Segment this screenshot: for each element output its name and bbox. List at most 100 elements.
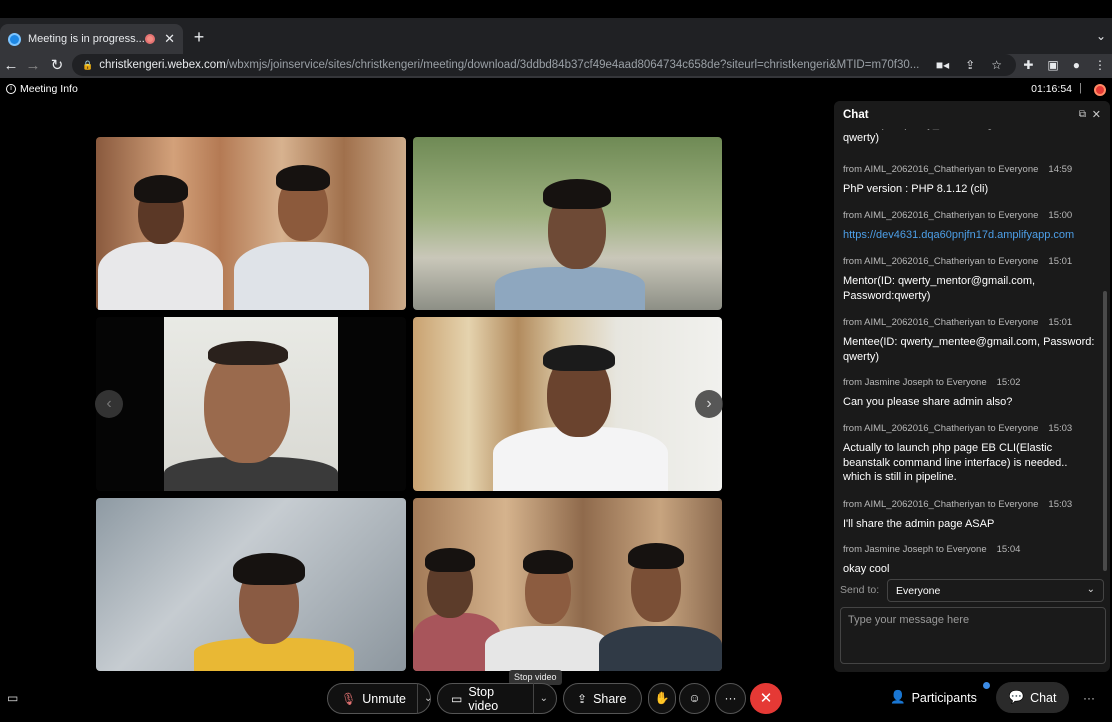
video-tile-two-students[interactable] [96, 137, 406, 310]
info-icon: i [6, 84, 16, 94]
tab-close-icon[interactable]: ✕ [164, 31, 175, 47]
divider: | [1079, 82, 1082, 94]
browser-toolbar-icons: ✚ ▣ ● ⋮ [1023, 54, 1106, 76]
more-icon[interactable]: ··· [1083, 691, 1095, 705]
chat-message-partial-text: qwerty) [843, 132, 880, 144]
chat-message: from AIML_2062016_Chatheriyan to Everyon… [843, 499, 1098, 532]
message-sender: from Jasmine Joseph to Everyone [843, 377, 987, 388]
message-text: PhP version : PHP 8.1.12 (cli) [843, 183, 989, 195]
chat-message: from AIML_2062016_Chatheriyan to Everyon… [843, 210, 1098, 243]
audio-options-chevron-icon[interactable]: ⌄ [417, 683, 432, 714]
address-bar-actions: ■◂ ⇪ ☆ [936, 54, 1002, 76]
tab-title: Meeting is in progress... [28, 33, 145, 45]
message-text: okay cool [843, 563, 890, 575]
extensions-puzzle-icon[interactable]: ✚ [1023, 58, 1033, 72]
side-panel-icon[interactable]: ▣ [1047, 58, 1058, 72]
share-screen-icon: ⇪ [577, 691, 588, 706]
meeting-timer: 01:16:54 [1031, 83, 1072, 95]
message-time: 15:03 [1048, 423, 1073, 434]
chat-bubble-icon: 💬 [1008, 690, 1025, 704]
webex-favicon-icon [8, 32, 21, 46]
message-text: Can you please share admin also? [843, 396, 1013, 408]
send-to-label: Send to: [840, 584, 880, 596]
chat-message: from AIML_2062016_Chatheriyan to Everyon… [843, 164, 1098, 197]
chat-title: Chat [843, 109, 869, 121]
muted-microphone-icon: 🎙 [341, 691, 357, 706]
camera-in-use-icon[interactable]: ■◂ [936, 58, 949, 72]
video-tile-man-headset[interactable] [413, 317, 722, 491]
participants-label: Participants [911, 690, 977, 705]
chat-message-input[interactable]: Type your message here [840, 607, 1106, 664]
chat-button-label: Chat [1030, 690, 1057, 705]
chat-message: from Jasmine Joseph to Everyone 15:04 oka… [843, 544, 1098, 577]
pop-out-icon[interactable]: ⧉ [1079, 109, 1086, 120]
message-text: Actually to launch php page EB CLI(Elast… [843, 442, 1068, 483]
next-page-chevron-icon[interactable]: › [695, 390, 723, 418]
webex-meeting-window: Meeting is in progress... ✕ + ⌄ ← → ↻ 🔒 … [0, 0, 1112, 722]
message-sender: from AIML_2062016_Chatheriyan to Everyon… [843, 423, 1039, 434]
profile-icon[interactable]: ● [1073, 58, 1080, 72]
video-options-chevron-icon[interactable]: ⌄ [532, 683, 548, 714]
message-sender: from AIML_2062016_Chatheriyan to Everyon… [843, 256, 1039, 267]
share-label: Share [593, 691, 627, 706]
recording-icon[interactable] [1094, 84, 1106, 96]
leave-meeting-button[interactable]: ✕ [750, 683, 782, 714]
stop-video-button[interactable]: ▭ Stop video ⌄ [437, 683, 557, 714]
video-tile-man-glasses[interactable] [96, 317, 406, 491]
message-sender: from AIML_2062016_Chatheriyan to Everyon… [843, 164, 1039, 175]
message-time: 15:01 [1048, 256, 1073, 267]
video-tile-woman-yellow[interactable] [96, 498, 406, 671]
participants-icon: 👤 [890, 690, 906, 704]
chat-scrollbar[interactable] [1103, 291, 1107, 571]
message-text: Mentor(ID: qwerty_mentor@gmail.com, Pass… [843, 275, 1036, 302]
browser-menu-icon[interactable]: ⋮ [1094, 58, 1106, 72]
raise-hand-button[interactable]: ✋ [648, 683, 676, 714]
message-time: 15:04 [996, 544, 1021, 555]
tab-search-chevron-icon[interactable]: ⌄ [1096, 29, 1106, 43]
captions-icon[interactable]: ▭ [7, 691, 18, 705]
window-titlebar [0, 0, 1112, 18]
video-tile-three-students[interactable] [413, 498, 722, 671]
participants-button[interactable]: 👤 Participants [890, 690, 977, 705]
message-time: 15:02 [996, 377, 1021, 388]
message-sender: from AIML_2062016_Chatheriyan to Everyon… [843, 499, 1039, 510]
browser-tab[interactable]: Meeting is in progress... ✕ [0, 24, 183, 54]
bookmark-star-icon[interactable]: ☆ [991, 58, 1002, 72]
chat-button[interactable]: 💬 Chat [996, 682, 1069, 713]
share-button[interactable]: ⇪ Share [563, 683, 642, 714]
video-frame [164, 317, 338, 491]
message-time: 15:01 [1048, 317, 1073, 328]
message-text: I'll share the admin page ASAP [843, 518, 995, 530]
chat-message: from AIML_2062016_Chatheriyan to Everyon… [843, 423, 1098, 485]
chat-message: from AIML_2062016_Chatheriyan to Everyon… [843, 317, 1098, 364]
meeting-info-label: Meeting Info [20, 83, 78, 95]
video-camera-icon: ▭ [451, 691, 463, 706]
message-time: 15:00 [1048, 210, 1073, 221]
notification-dot [983, 682, 990, 689]
message-time: 15:03 [1048, 499, 1073, 510]
reload-button[interactable]: ↻ [46, 54, 68, 78]
message-time: 14:59 [1048, 164, 1073, 175]
chat-message: from Jasmine Joseph to Everyone 15:02 Can… [843, 377, 1098, 410]
new-tab-button[interactable]: + [190, 27, 208, 47]
close-icon[interactable]: ✕ [1092, 108, 1101, 121]
previous-page-chevron-icon[interactable]: ‹ [95, 390, 123, 418]
video-tile-woman-garden[interactable] [413, 137, 722, 310]
message-sender: from AIML_2062016_Chatheriyan to Everyon… [843, 317, 1039, 328]
forward-button[interactable]: → [22, 54, 44, 78]
stop-video-label: Stop video [468, 684, 499, 713]
unmute-button[interactable]: 🎙 Unmute ⌄ [327, 683, 432, 714]
send-to-select[interactable]: Everyone ⌄ [887, 579, 1104, 602]
unmute-label: Unmute [362, 691, 407, 706]
url-host: christkengeri.webex.com [99, 59, 226, 71]
message-text: Mentee(ID: qwerty_mentee@gmail.com, Pass… [843, 336, 1095, 363]
back-button[interactable]: ← [0, 54, 22, 78]
share-page-icon[interactable]: ⇪ [965, 58, 975, 72]
reactions-button[interactable]: ☺ [679, 683, 710, 714]
chat-message: from AIML_2062016_Chatheriyan to Everyon… [843, 256, 1098, 303]
message-link[interactable]: https://dev4631.dqa60pnjfn17d.amplifyapp… [843, 228, 1098, 243]
more-options-button[interactable]: ··· [715, 683, 746, 714]
message-sender: from Jasmine Joseph to Everyone [843, 544, 987, 555]
address-bar[interactable]: 🔒 christkengeri.webex.com/wbxmjs/joinser… [72, 54, 1016, 76]
meeting-info-button[interactable]: i Meeting Info [6, 83, 78, 95]
